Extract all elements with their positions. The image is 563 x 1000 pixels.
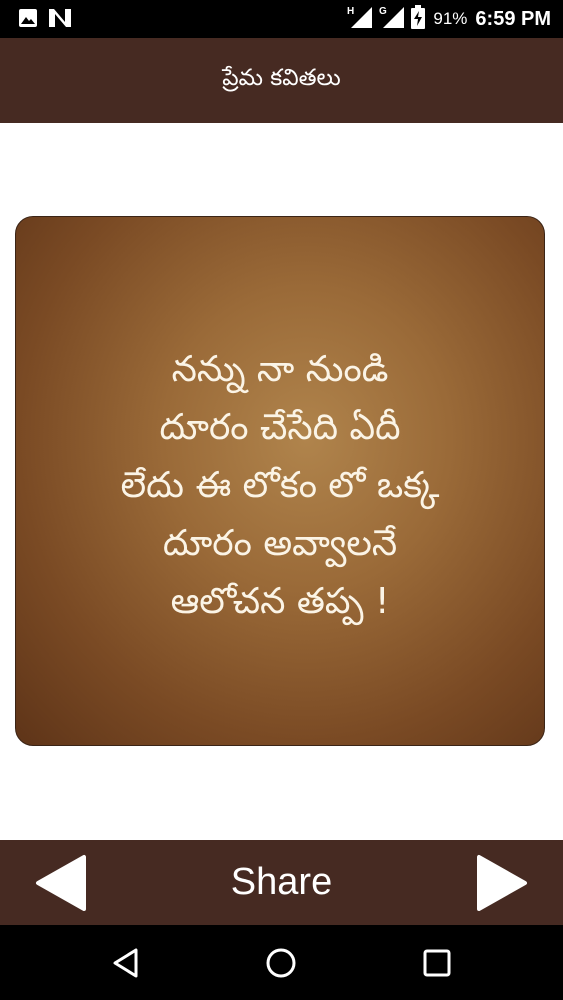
home-icon: [266, 948, 296, 978]
signal-h-icon: H: [347, 5, 373, 33]
quote-line-4: దూరం అవ్వాలనే: [162, 523, 398, 564]
quote-line-1: నన్ను నా నుండి: [171, 349, 389, 390]
signal-g-label: G: [379, 6, 387, 17]
n-notification-icon: [48, 8, 72, 32]
quote-card: నన్ను నా నుండి దూరం చేసేది ఏదీ లేదు ఈ లో…: [15, 216, 545, 746]
share-button[interactable]: Share: [180, 852, 383, 912]
clock: 6:59 PM: [475, 7, 551, 30]
right-triangle-icon: [477, 855, 527, 911]
battery-percent: 91%: [433, 9, 468, 28]
gallery-icon: [18, 8, 38, 32]
signal-h-label: H: [347, 6, 354, 17]
quote-line-2: దూరం చేసేది ఏదీ: [159, 407, 401, 448]
app-title: ప్రేమ కవితలు: [222, 64, 341, 91]
system-nav-bar: [0, 925, 563, 1000]
app-bar: ప్రేమ కవితలు: [0, 38, 563, 123]
bottom-bar: Share: [0, 840, 563, 925]
next-button[interactable]: [475, 854, 529, 912]
nav-recents-button[interactable]: [419, 945, 455, 981]
signal-g-icon: G: [379, 5, 405, 33]
status-bar: H G 91% 6:59 PM: [0, 0, 563, 38]
back-icon: [113, 948, 138, 978]
quote-line-3: లేదు ఈ లోకం లో ఒక్క: [120, 465, 440, 506]
previous-button[interactable]: [34, 854, 88, 912]
quote-text: నన్ను నా నుండి దూరం చేసేది ఏదీ లేదు ఈ లో…: [121, 341, 440, 631]
battery-charging-icon: [411, 5, 426, 33]
content-area: నన్ను నా నుండి దూరం చేసేది ఏదీ లేదు ఈ లో…: [0, 123, 563, 840]
screen: H G 91% 6:59 PM ప్రేమ కవితలు నన్ను నా ను…: [0, 0, 563, 1000]
left-triangle-icon: [36, 855, 86, 911]
quote-line-5: ఆలోచన తప్ప !: [170, 581, 390, 622]
nav-back-button[interactable]: [108, 945, 144, 981]
status-right: H G 91% 6:59 PM: [347, 5, 551, 33]
recents-icon: [423, 949, 451, 977]
nav-home-button[interactable]: [263, 945, 299, 981]
status-left: [18, 8, 82, 32]
